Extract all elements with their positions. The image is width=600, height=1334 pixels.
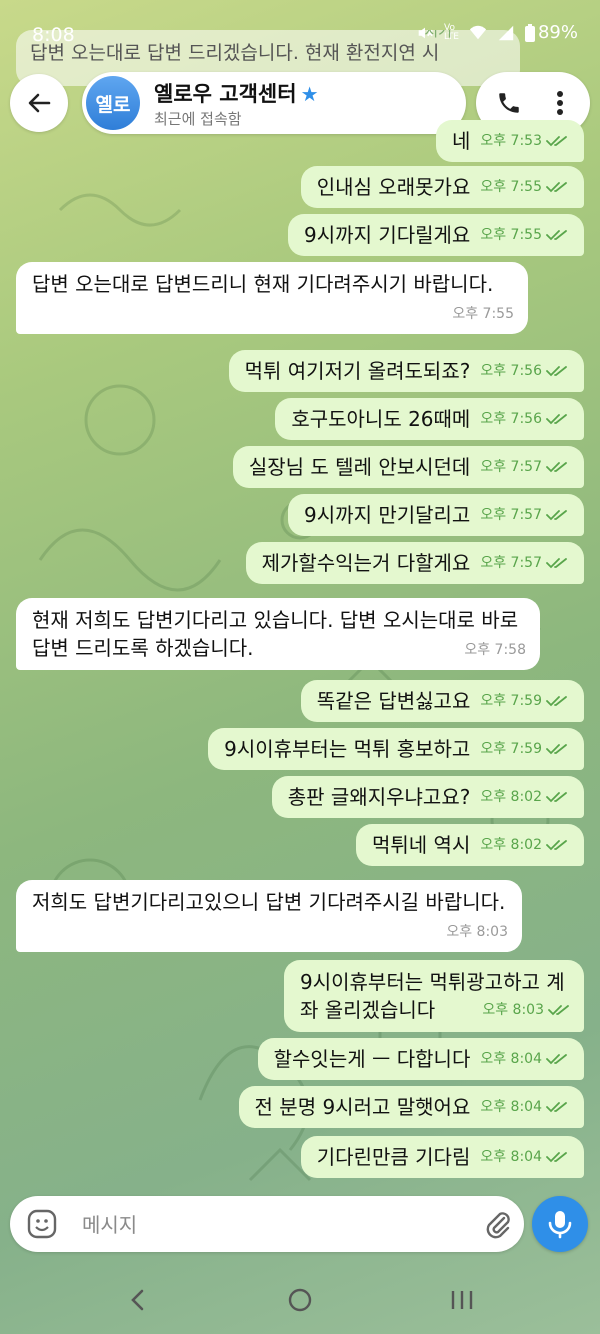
- outgoing-message[interactable]: 9시까지 만기달리고 오후 7:57: [288, 494, 584, 536]
- read-ticks-icon: [548, 1005, 569, 1016]
- nav-back-icon: [131, 1289, 144, 1311]
- read-ticks-icon: [546, 230, 567, 241]
- sticker-icon[interactable]: [26, 1208, 58, 1240]
- message-time: 오후 8:04: [480, 1045, 570, 1073]
- read-ticks-icon: [546, 462, 567, 473]
- message-time: 오후 7:58: [464, 642, 526, 658]
- outgoing-message[interactable]: 실장님 도 텔레 안보시던데 오후 7:57: [232, 446, 584, 488]
- nav-home-icon: [288, 1288, 312, 1312]
- chat-title-text: 옐로우 고객센터: [154, 82, 297, 106]
- message-time: 오후 8:04: [480, 1093, 570, 1121]
- nav-back-button[interactable]: [118, 1282, 158, 1318]
- message-input[interactable]: [80, 1206, 464, 1244]
- message-time: 오후 8:02: [480, 831, 570, 859]
- outgoing-message[interactable]: 9시까지 기다릴게요 오후 7:55: [288, 214, 584, 256]
- message-text: 저희도 답변기다리고있으니 답변 기다려주시길 바랍니다.: [32, 890, 506, 914]
- message-time: 오후 7:55: [452, 306, 514, 322]
- read-ticks-icon: [546, 1102, 567, 1113]
- message-text: 9시이휴부터는 먹튀 홍보하고: [224, 737, 471, 761]
- message-time: 오후 7:57: [480, 453, 570, 481]
- read-ticks-icon: [546, 792, 567, 803]
- outgoing-message[interactable]: 제가할수익는거 다할게요 오후 7:57: [245, 542, 584, 584]
- outgoing-message[interactable]: 할수잇는게 ㅡ 다합니다 오후 8:04: [257, 1038, 584, 1080]
- read-ticks-icon: [546, 136, 567, 147]
- message-time: 오후 7:53: [480, 127, 570, 155]
- nav-recents-icon: [451, 1291, 473, 1309]
- message-time: 오후 7:57: [480, 501, 570, 529]
- message-text: 제가할수익는거 다할게요: [261, 551, 471, 575]
- message-time: 오후 8:03: [482, 996, 572, 1024]
- message-text: 호구도아니도 26때메: [291, 407, 471, 431]
- read-ticks-icon: [546, 1152, 567, 1163]
- read-ticks-icon: [546, 744, 567, 755]
- message-text: 먹튀 여기저기 올려도되죠?: [244, 359, 471, 383]
- message-time: 오후 8:02: [480, 783, 570, 811]
- read-ticks-icon: [546, 840, 567, 851]
- star-icon: ★: [300, 82, 319, 106]
- message-text: 인내심 오래못가요: [316, 175, 471, 199]
- message-text: 기다린만큼 기다림: [316, 1145, 471, 1169]
- message-composer: [10, 1196, 524, 1252]
- message-time: 오후 7:55: [480, 221, 570, 249]
- incoming-message[interactable]: 현재 저희도 답변기다리고 있습니다. 답변 오시는대로 바로 답변 드리도록 …: [16, 598, 540, 670]
- message-text: 네: [451, 129, 471, 153]
- incoming-message[interactable]: 저희도 답변기다리고있으니 답변 기다려주시길 바랍니다. 오후 8:03: [16, 880, 522, 952]
- back-button[interactable]: [10, 74, 68, 132]
- message-text: 실장님 도 텔레 안보시던데: [248, 455, 471, 479]
- read-ticks-icon: [546, 696, 567, 707]
- message-text: 9시까지 만기달리고: [304, 503, 471, 527]
- message-time: 오후 7:57: [480, 549, 570, 577]
- message-time: 오후 7:59: [480, 735, 570, 763]
- outgoing-message[interactable]: 전 분명 9시러고 말햇어요 오후 8:04: [238, 1086, 584, 1128]
- message-text: 총판 글왜지우냐고요?: [287, 785, 471, 809]
- attach-icon[interactable]: [482, 1208, 514, 1240]
- phone-icon: [498, 93, 519, 113]
- read-ticks-icon: [546, 1054, 567, 1065]
- read-ticks-icon: [546, 414, 567, 425]
- battery-level: 89%: [524, 22, 578, 43]
- message-time: 오후 7:59: [480, 687, 570, 715]
- arrow-left-icon: [28, 93, 51, 113]
- outgoing-message[interactable]: 9시이휴부터는 먹튀광고하고 계좌 올리겠습니다 오후 8:03: [284, 960, 584, 1032]
- message-text: 9시까지 기다릴게요: [304, 223, 471, 247]
- battery-icon: [524, 23, 535, 42]
- outgoing-message[interactable]: 호구도아니도 26때메 오후 7:56: [275, 398, 584, 440]
- read-ticks-icon: [546, 182, 567, 193]
- system-nav-bar: [0, 1268, 600, 1334]
- message-text: 똑같은 답변싫고요: [316, 689, 471, 713]
- message-text: 현재 저희도 답변기다리고 있습니다. 답변 오시는대로 바로 답변 드리도록 …: [32, 608, 519, 660]
- message-time: 오후 7:55: [480, 173, 570, 201]
- outgoing-message[interactable]: 9시이휴부터는 먹튀 홍보하고 오후 7:59: [208, 728, 584, 770]
- outgoing-message[interactable]: 똑같은 답변싫고요 오후 7:59: [300, 680, 584, 722]
- nav-recents-button[interactable]: [442, 1282, 482, 1318]
- message-time: 오후 7:56: [480, 357, 570, 385]
- nav-home-button[interactable]: [280, 1282, 320, 1318]
- outgoing-message[interactable]: 네 오후 7:53: [435, 120, 584, 162]
- microphone-icon: [548, 1211, 572, 1239]
- previous-message-partial-text: 시거: [424, 30, 452, 40]
- voice-record-button[interactable]: [532, 1196, 588, 1252]
- read-ticks-icon: [546, 366, 567, 377]
- outgoing-message[interactable]: 먹튀 여기저기 올려도되죠? 오후 7:56: [228, 350, 584, 392]
- chat-status: 최근에 접속함: [154, 110, 242, 128]
- message-text: 전 분명 9시러고 말햇어요: [254, 1095, 471, 1119]
- message-text: 답변 오는대로 답변드리니 현재 기다려주시기 바랍니다.: [32, 272, 494, 296]
- outgoing-message[interactable]: 기다린만큼 기다림 오후 8:04: [300, 1136, 584, 1178]
- message-text: 할수잇는게 ㅡ 다합니다: [273, 1047, 471, 1071]
- more-vertical-icon: [556, 91, 563, 115]
- message-text: 먹튀네 역시: [371, 833, 471, 857]
- chat-header[interactable]: 옐로 옐로우 고객센터 ★ 최근에 접속함: [82, 72, 466, 134]
- previous-message-text: 답변 오는대로 답변 드리겠습니다. 현재 환전지연 시: [30, 42, 440, 64]
- message-time: 오후 8:03: [446, 924, 508, 940]
- read-ticks-icon: [546, 558, 567, 569]
- incoming-message[interactable]: 답변 오는대로 답변드리니 현재 기다려주시기 바랍니다. 오후 7:55: [16, 262, 528, 334]
- avatar[interactable]: 옐로: [86, 76, 140, 130]
- message-time: 오후 7:56: [480, 405, 570, 433]
- outgoing-message[interactable]: 먹튀네 역시 오후 8:02: [355, 824, 584, 866]
- message-time: 오후 8:04: [480, 1143, 570, 1171]
- read-ticks-icon: [546, 510, 567, 521]
- outgoing-message[interactable]: 인내심 오래못가요 오후 7:55: [300, 166, 584, 208]
- outgoing-message[interactable]: 총판 글왜지우냐고요? 오후 8:02: [271, 776, 584, 818]
- chat-title: 옐로우 고객센터 ★: [154, 78, 319, 108]
